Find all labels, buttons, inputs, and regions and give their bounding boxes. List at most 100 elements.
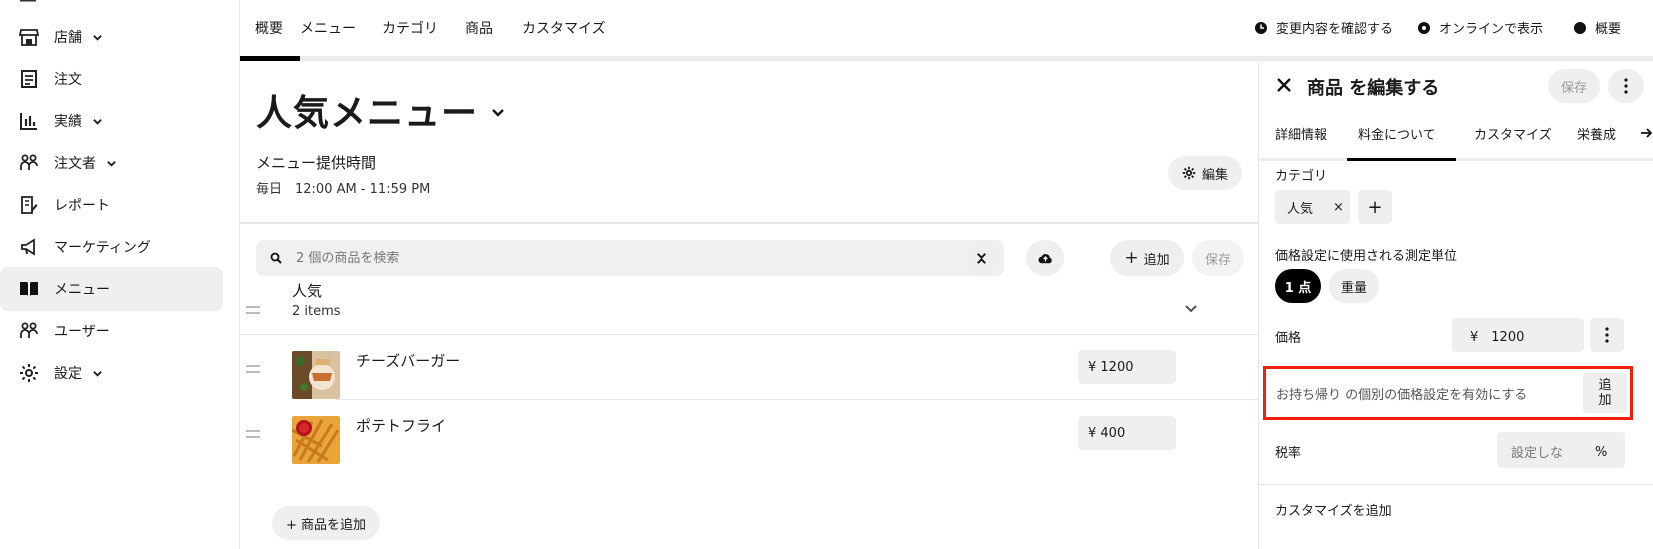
sidebar: 店舗 注文 実績 注文者 レポート マーケティング メニュー ユーザー 設定: [0, 0, 240, 549]
status-dot-icon: [1574, 21, 1586, 34]
category-field-label: カテゴリ: [1275, 169, 1328, 184]
sidebar-item-users[interactable]: ユーザー: [0, 309, 223, 353]
tab-overview[interactable]: 概要: [255, 0, 283, 56]
cloud-upload-icon: [1037, 253, 1052, 263]
search-input[interactable]: [296, 250, 976, 266]
sidebar-item-label: 店舗: [54, 30, 82, 46]
tax-rate-input[interactable]: 設定しな %: [1497, 432, 1625, 468]
sidebar-item-marketing[interactable]: マーケティング: [0, 225, 223, 269]
add-category-button[interactable]: +: [1358, 190, 1392, 224]
book-icon: [18, 278, 40, 300]
sidebar-item-label: レポート: [54, 198, 110, 214]
view-online-label: オンラインで表示: [1439, 22, 1544, 37]
tab-categories[interactable]: カテゴリ: [382, 0, 438, 56]
takeout-add-label-2: 加: [1598, 393, 1612, 408]
overview-status[interactable]: 概要: [1573, 18, 1621, 37]
review-changes-label: 変更内容を確認する: [1276, 22, 1394, 37]
sidebar-item-label: 注文: [54, 72, 82, 88]
close-icon[interactable]: [1275, 76, 1293, 94]
search-bar[interactable]: [256, 240, 1004, 276]
panel-divider: [1259, 484, 1653, 485]
tab-products[interactable]: 商品: [465, 0, 493, 56]
sidebar-item-partial[interactable]: [18, 0, 38, 6]
sidebar-item-performance[interactable]: 実績: [0, 99, 223, 143]
bar-chart-icon: [18, 110, 40, 132]
more-options-button[interactable]: [1608, 69, 1644, 103]
category-item-count: 2 items: [292, 304, 341, 319]
item-thumbnail: [292, 351, 340, 399]
add-button-label: 追加: [1143, 252, 1170, 268]
percent-unit: %: [1595, 445, 1608, 460]
unit-option-weight[interactable]: 重量: [1329, 269, 1379, 303]
fries-photo: [292, 416, 340, 464]
store-icon: [18, 26, 40, 48]
sidebar-item-label: 注文者: [54, 156, 96, 172]
chevron-down-icon: [92, 367, 104, 379]
receipt-icon: [18, 68, 40, 90]
category-chip[interactable]: 人気 ×: [1275, 190, 1350, 224]
top-nav: 概要 メニュー カテゴリ 商品 カスタマイズ 変更内容を確認する オンラインで表…: [240, 0, 1653, 62]
collapse-icon: [976, 252, 986, 264]
report-icon: [18, 194, 40, 216]
panel-tab-details[interactable]: 詳細情報: [1275, 124, 1327, 143]
panel-tab-divider: [1259, 158, 1653, 161]
edit-hours-button[interactable]: 編集: [1168, 156, 1242, 190]
arrow-right-icon[interactable]: [1640, 127, 1653, 139]
sidebar-item-settings[interactable]: 設定: [0, 351, 223, 395]
panel-tab-customize[interactable]: カスタマイズ: [1474, 124, 1552, 143]
unit-option-per-item[interactable]: 1 点: [1275, 269, 1321, 303]
save-button[interactable]: 保存: [1192, 240, 1244, 276]
chevron-down-icon[interactable]: [1184, 302, 1198, 316]
tab-menu[interactable]: メニュー: [300, 0, 356, 56]
edit-item-panel: 商品 を編集する 保存 詳細情報 料金について カスタマイズ 栄養成 カテゴリ …: [1258, 62, 1653, 549]
add-customization-label[interactable]: カスタマイズを追加: [1275, 500, 1392, 519]
sidebar-item-label: 実績: [54, 114, 82, 130]
gear-icon: [1182, 166, 1196, 180]
more-vertical-icon: [1624, 78, 1628, 94]
item-name[interactable]: ポテトフライ: [356, 415, 446, 436]
tax-rate-label: 税率: [1275, 446, 1302, 461]
sidebar-item-orders[interactable]: 注文: [0, 57, 223, 101]
add-item-button[interactable]: + 商品を追加: [272, 506, 380, 540]
sidebar-item-customers[interactable]: 注文者: [0, 141, 223, 185]
overview-status-label: 概要: [1595, 22, 1622, 37]
item-price-field[interactable]: ¥ 400: [1078, 416, 1176, 450]
sidebar-item-label: 設定: [54, 366, 82, 382]
review-changes-link[interactable]: 変更内容を確認する: [1254, 18, 1393, 37]
section-divider: [240, 222, 1258, 224]
add-button[interactable]: + 追加: [1110, 240, 1184, 276]
tab-bar-divider: [240, 56, 1653, 61]
takeout-pricing-row: お持ち帰り の個別の価格設定を有効にする 追 加: [1263, 366, 1633, 420]
item-name[interactable]: チーズバーガー: [356, 350, 460, 371]
more-vertical-icon: [1605, 327, 1609, 343]
category-name: 人気: [292, 282, 323, 300]
price-options-button[interactable]: [1590, 318, 1624, 352]
panel-save-button[interactable]: 保存: [1548, 69, 1600, 103]
panel-tab-nutrition[interactable]: 栄養成: [1577, 124, 1616, 143]
menu-title-dropdown[interactable]: 人気メニュー: [256, 84, 506, 136]
item-thumbnail: [292, 416, 340, 464]
item-price-field[interactable]: ¥ 1200: [1078, 350, 1176, 384]
sidebar-item-store[interactable]: 店舗: [0, 15, 223, 59]
drag-handle-icon[interactable]: [246, 430, 260, 438]
gear-icon: [18, 362, 40, 384]
price-input[interactable]: ¥ 1200: [1452, 318, 1584, 352]
drag-handle-icon[interactable]: [246, 306, 260, 314]
tab-customize[interactable]: カスタマイズ: [522, 0, 606, 56]
remove-chip-icon[interactable]: ×: [1333, 200, 1344, 215]
takeout-add-button[interactable]: 追 加: [1583, 373, 1627, 413]
view-online-link[interactable]: オンラインで表示: [1417, 18, 1543, 37]
upload-button[interactable]: [1026, 240, 1064, 276]
cheeseburger-photo: [292, 351, 340, 399]
sidebar-item-reports[interactable]: レポート: [0, 183, 223, 227]
megaphone-icon: [18, 236, 40, 258]
panel-tab-pricing[interactable]: 料金について: [1358, 124, 1436, 143]
chevron-down-icon: [106, 157, 118, 169]
category-chip-label: 人気: [1287, 201, 1314, 217]
active-tab-indicator: [240, 56, 300, 61]
sidebar-item-menu[interactable]: メニュー: [0, 267, 223, 311]
collapse-all-button[interactable]: [962, 240, 1000, 276]
page-title: 人気メニュー: [256, 93, 479, 134]
tax-rate-placeholder: 設定しな: [1511, 446, 1564, 461]
drag-handle-icon[interactable]: [246, 365, 260, 373]
